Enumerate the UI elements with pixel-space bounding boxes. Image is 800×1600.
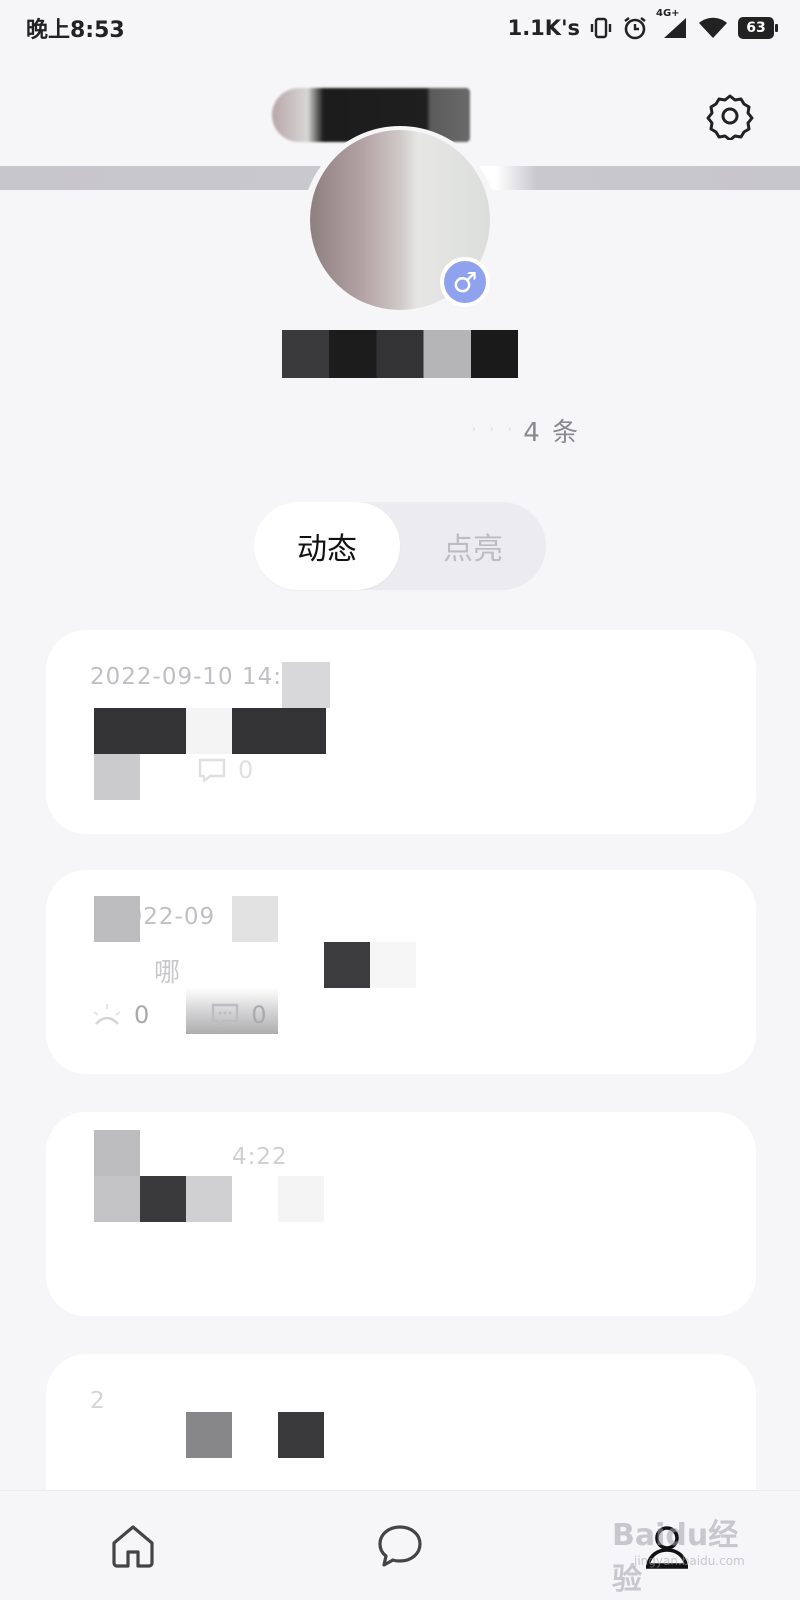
post-count: 4 条 — [523, 417, 580, 448]
redacted-block — [94, 1130, 140, 1176]
status-icons: 1.1K's 4G+ 63 — [507, 8, 778, 41]
post-text: 哪 — [154, 958, 181, 988]
post-actions: 0 — [196, 756, 253, 784]
redacted-block — [94, 896, 140, 942]
wifi-icon — [698, 16, 728, 40]
feed-card[interactable]: 2022-09-10 14:25 0 — [46, 630, 756, 834]
comment-button[interactable]: 0 — [209, 1001, 267, 1029]
profile-tabs: 动态 点亮 — [254, 502, 546, 590]
redacted-label: · · · — [470, 417, 516, 443]
redacted-content — [94, 754, 140, 800]
redacted-content — [232, 708, 326, 754]
redacted-content — [324, 942, 370, 988]
post-actions: 0 0 — [90, 1000, 267, 1030]
network-type: 4G+ — [656, 8, 680, 19]
comment-icon — [212, 1003, 239, 1028]
feed-card[interactable]: 4:22 — [46, 1112, 756, 1316]
watermark-url: jingyan.baidu.com — [634, 1554, 745, 1568]
redacted-content — [186, 1176, 232, 1222]
comment-count: 0 — [238, 756, 254, 784]
nav-messages[interactable] — [360, 1506, 440, 1586]
lightbulb-icon — [93, 1004, 121, 1025]
home-icon — [112, 1524, 154, 1568]
tab-highlights[interactable]: 点亮 — [400, 502, 546, 590]
male-gender-icon: ♂ — [440, 257, 490, 307]
battery-icon: 63 — [738, 17, 778, 39]
redacted-block — [282, 662, 330, 708]
username-redacted — [282, 330, 518, 378]
post-count-line: · · · 4 条 — [300, 410, 580, 450]
redacted-content — [186, 708, 232, 754]
redacted-content — [94, 708, 186, 754]
alarm-icon — [622, 15, 648, 41]
status-time: 晚上8:53 — [26, 18, 125, 43]
comment-count: 0 — [251, 1001, 267, 1029]
chat-bubble-icon — [378, 1524, 422, 1567]
redacted-content — [140, 1176, 186, 1222]
nav-home[interactable] — [93, 1506, 173, 1586]
redacted-content — [94, 1176, 140, 1222]
gear-icon — [706, 94, 754, 140]
network-speed: 1.1K's — [507, 16, 580, 40]
post-time: 2022-09-10 14:25 — [90, 664, 314, 690]
post-time: 2 — [90, 1388, 106, 1414]
redacted-content — [278, 1176, 324, 1222]
comment-button[interactable]: 0 — [196, 756, 253, 784]
settings-button[interactable] — [700, 86, 760, 146]
like-button[interactable]: 0 — [90, 1000, 149, 1030]
status-bar: 晚上8:53 1.1K's 4G+ 63 — [0, 0, 800, 56]
feed-card[interactable]: 2022-09 哪 0 0 — [46, 870, 756, 1074]
like-count: 0 — [134, 1001, 150, 1029]
redacted-content — [186, 1412, 232, 1458]
signal-icon: 4G+ — [656, 8, 688, 40]
post-time: 4:22 — [232, 1144, 288, 1170]
redacted-block — [232, 896, 278, 942]
comment-icon — [198, 758, 226, 783]
vibrate-icon — [590, 16, 612, 40]
redacted-content — [278, 1412, 324, 1458]
tab-dynamics[interactable]: 动态 — [254, 502, 400, 590]
baidu-watermark: Baidu经验 jingyan.baidu.com — [612, 1510, 762, 1597]
redacted-content — [370, 942, 416, 988]
